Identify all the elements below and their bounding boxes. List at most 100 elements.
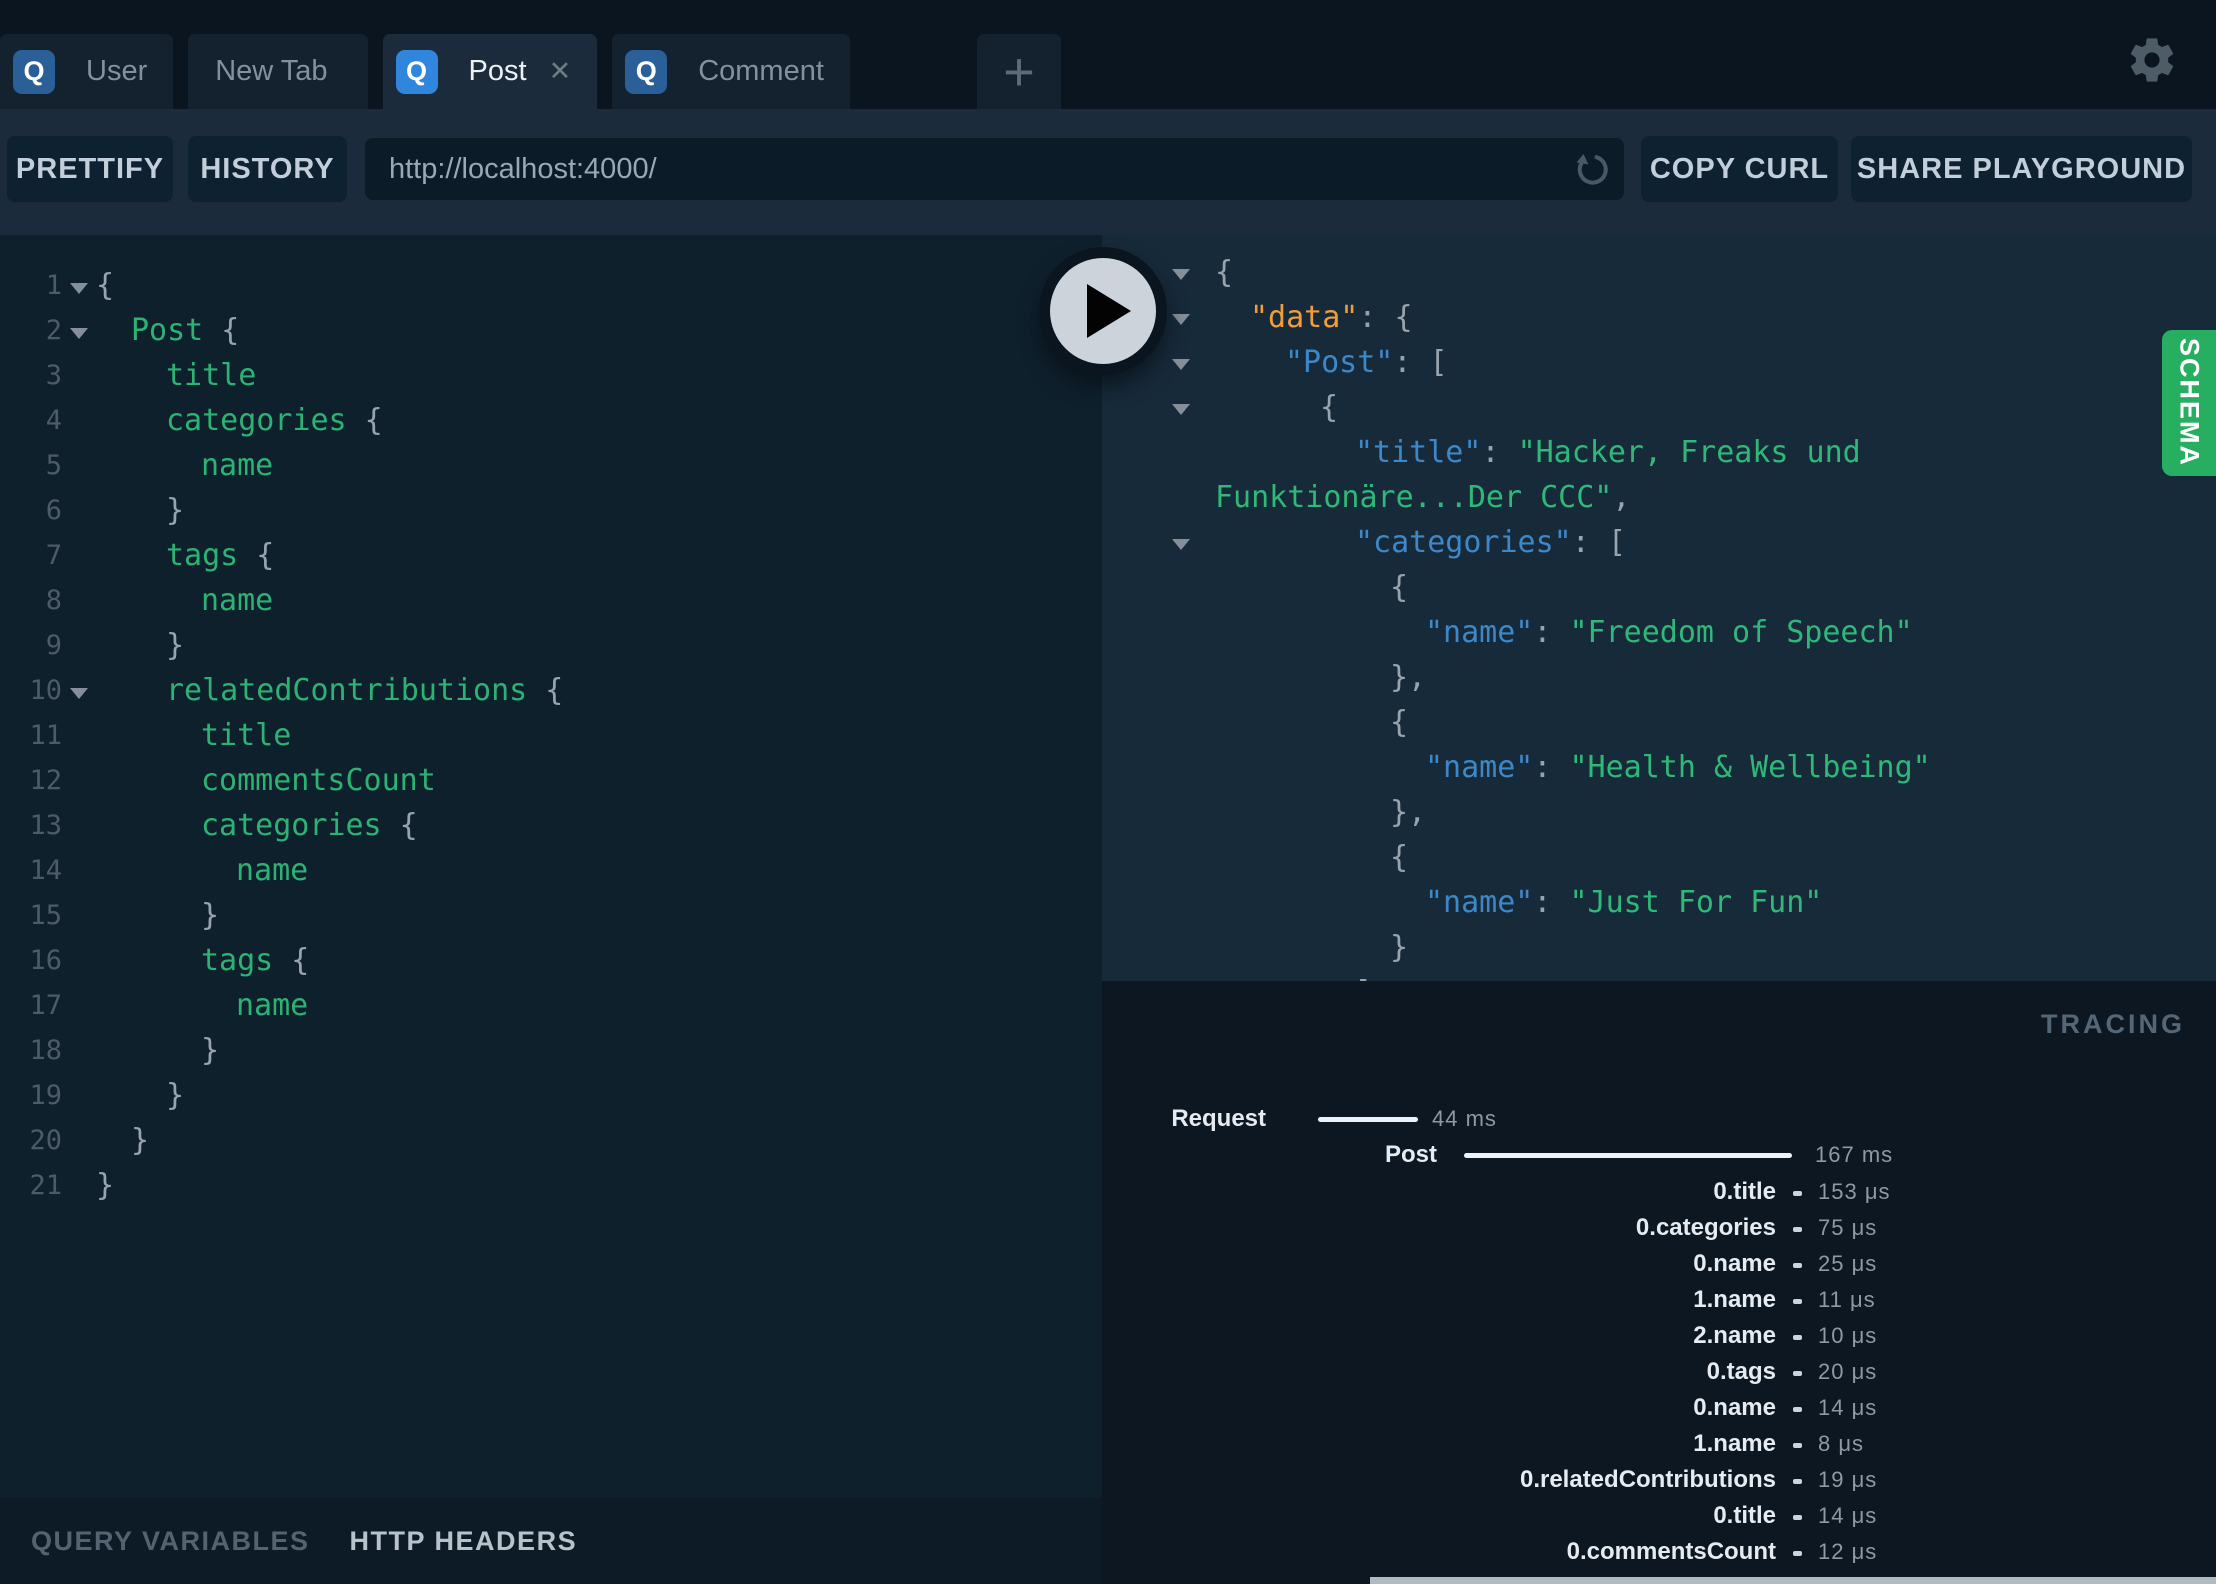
query-line: 20} — [0, 1118, 1102, 1163]
query-line: 19} — [0, 1073, 1102, 1118]
line-number: 14 — [29, 855, 62, 886]
tracing-title: TRACING — [2041, 1009, 2185, 1039]
chevron-down-icon[interactable] — [1172, 358, 1190, 370]
query-line: 15} — [0, 893, 1102, 938]
chevron-down-icon[interactable] — [70, 687, 88, 699]
tab-new-tab[interactable]: New Tab — [188, 34, 368, 109]
copy-curl-button[interactable]: COPY CURL — [1641, 136, 1838, 202]
fold-gutter — [62, 553, 96, 558]
plus-icon: + — [1003, 41, 1035, 102]
chevron-down-icon[interactable] — [1172, 268, 1190, 280]
response-line: }, — [1390, 660, 1427, 695]
tab-comment[interactable]: Q Comment — [612, 34, 850, 109]
fold-gutter — [62, 958, 96, 963]
fold-gutter — [62, 278, 96, 294]
share-playground-button[interactable]: SHARE PLAYGROUND — [1851, 136, 2192, 202]
graphql-playground-window: Q User New Tab Q Post ✕ Q Comment + PRETTIFY HI… — [0, 0, 2216, 1584]
duration-tick — [1793, 1227, 1802, 1232]
history-button[interactable]: HISTORY — [188, 136, 347, 202]
line-number: 8 — [45, 585, 62, 616]
query-line: 18} — [0, 1028, 1102, 1073]
query-line: 13 categories { — [0, 803, 1102, 848]
tracing-duration: 11 μs — [1818, 1287, 1876, 1312]
query-line: 11 title — [0, 713, 1102, 758]
chevron-down-icon[interactable] — [70, 327, 88, 339]
response-line: { — [1102, 250, 2216, 295]
play-button-circle — [1050, 258, 1156, 364]
response-line: "data": { — [1102, 295, 2216, 340]
query-editor-lines: 1{2 Post {3 title 4 categories {5 name 6} 7 tags… — [0, 235, 1102, 1208]
tracing-duration: 14 μs — [1818, 1503, 1878, 1528]
chevron-down-icon[interactable] — [70, 282, 88, 294]
endpoint-url-input[interactable] — [365, 138, 1593, 200]
tracing-duration: 19 μs — [1818, 1467, 1878, 1492]
query-line: 1{ — [0, 263, 1102, 308]
tracing-row: 0.title 14 μs — [1102, 1501, 2216, 1531]
query-line: 3 title — [0, 353, 1102, 398]
endpoint-url-bar — [363, 136, 1626, 202]
schema-button-label: SCHEMA — [2174, 338, 2205, 468]
tracing-duration: 153 μs — [1818, 1179, 1891, 1204]
schema-button[interactable]: SCHEMA — [2162, 330, 2216, 476]
tracing-duration: 75 μs — [1818, 1215, 1878, 1240]
query-editor[interactable]: 1{2 Post {3 title 4 categories {5 name 6} 7 tags… — [0, 235, 1102, 1584]
chevron-down-icon[interactable] — [1172, 403, 1190, 415]
tracing-row: 2.name 10 μs — [1102, 1321, 2216, 1351]
tracing-span-label: 0.tags — [1706, 1358, 1776, 1385]
execute-query-button[interactable] — [1039, 247, 1167, 375]
editor-bottom-bar: QUERY VARIABLES HTTP HEADERS — [0, 1498, 1102, 1584]
tracing-span-label: 0.name — [1693, 1250, 1776, 1277]
response-line: { — [1102, 385, 2216, 430]
tracing-row: 0.commentsCount 12 μs — [1102, 1537, 2216, 1567]
line-number: 11 — [29, 720, 62, 751]
query-badge: Q — [625, 49, 668, 94]
tracing-span-label: 0.categories — [1635, 1214, 1776, 1241]
response-line: "categories": [ — [1102, 520, 2216, 565]
prettify-button[interactable]: PRETTIFY — [7, 136, 173, 202]
line-number: 12 — [29, 765, 62, 796]
duration-bar — [1464, 1153, 1792, 1158]
response-line: "title": "Hacker, Freaks und — [1355, 435, 1861, 470]
fold-gutter — [62, 1048, 96, 1053]
fold-gutter — [62, 1183, 96, 1188]
query-variables-tab[interactable]: QUERY VARIABLES — [31, 1526, 310, 1557]
fold-gutter — [62, 823, 96, 828]
reload-schema-button[interactable] — [1572, 149, 1612, 189]
refresh-icon — [1576, 154, 1608, 185]
tracing-duration: 12 μs — [1818, 1539, 1878, 1564]
tracing-row: 0.title 153 μs — [1102, 1177, 2216, 1207]
tracing-row: 0.categories 75 μs — [1102, 1213, 2216, 1243]
close-icon[interactable]: ✕ — [549, 56, 572, 87]
tracing-duration: 25 μs — [1818, 1251, 1878, 1276]
new-tab-button[interactable]: + — [977, 34, 1061, 109]
toolbar: PRETTIFY HISTORY COPY CURL SHARE PLAYGRO… — [0, 109, 2216, 235]
http-headers-tab[interactable]: HTTP HEADERS — [350, 1526, 578, 1557]
fold-gutter — [62, 598, 96, 603]
fold-gutter — [62, 683, 96, 699]
response-line: { — [1390, 570, 1409, 605]
tracing-duration: 167 ms — [1815, 1142, 1894, 1167]
duration-tick — [1793, 1407, 1802, 1412]
tab-user[interactable]: Q User — [0, 34, 174, 109]
tab-bar: Q User New Tab Q Post ✕ Q Comment + — [0, 0, 2216, 109]
fold-gutter — [62, 1003, 96, 1008]
horizontal-scrollbar[interactable] — [1370, 1577, 2216, 1584]
chevron-down-icon[interactable] — [1172, 313, 1190, 325]
tracing-span-label: 0.relatedContributions — [1519, 1466, 1776, 1493]
response-viewer: {"data": {"Post": [{"title": "Hacker, Fr… — [1102, 235, 2216, 981]
tab-label: User — [86, 55, 148, 87]
tracing-row: Post 167 ms — [1102, 1140, 2216, 1170]
line-number: 21 — [29, 1170, 62, 1201]
response-line: { — [1390, 840, 1409, 875]
tracing-span-label: 0.commentsCount — [1566, 1538, 1776, 1565]
tab-post[interactable]: Q Post ✕ — [382, 34, 598, 109]
line-number: 15 — [29, 900, 62, 931]
query-line: 16 tags { — [0, 938, 1102, 983]
fold-gutter — [62, 1093, 96, 1098]
tracing-span-label: 2.name — [1693, 1322, 1776, 1349]
duration-tick — [1793, 1263, 1802, 1268]
tracing-row: 1.name 11 μs — [1102, 1285, 2216, 1315]
chevron-down-icon[interactable] — [1172, 538, 1190, 550]
query-line: 7 tags { — [0, 533, 1102, 578]
settings-button[interactable] — [2126, 34, 2178, 86]
